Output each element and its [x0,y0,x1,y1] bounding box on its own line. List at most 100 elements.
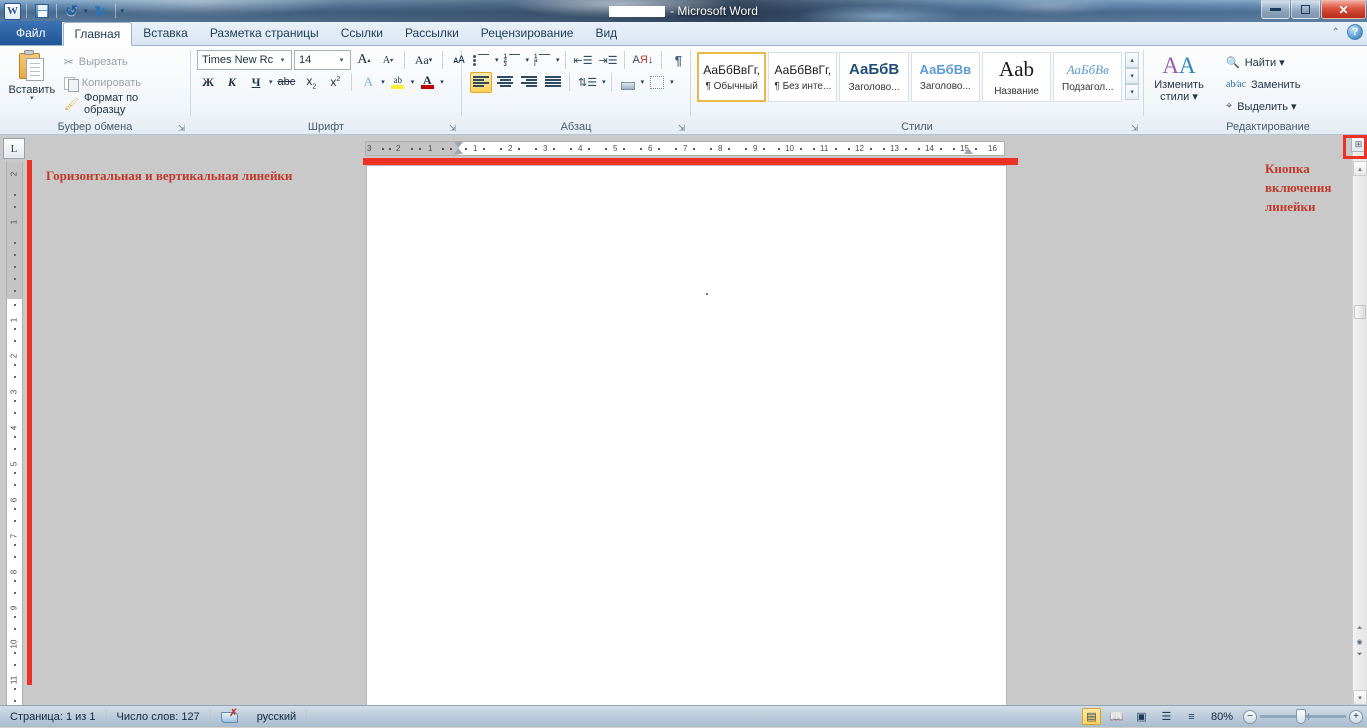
close-button[interactable]: ✕ [1321,0,1366,19]
first-line-indent-marker[interactable] [454,142,463,147]
view-print-layout-button[interactable]: ▤ [1081,708,1101,725]
clipboard-dialog-launcher[interactable]: ⇲ [176,123,187,134]
tab-references[interactable]: Ссылки [330,22,394,45]
highlight-button[interactable]: ab [387,72,409,93]
bullets-button[interactable] [470,50,493,71]
styles-scroll-up-icon[interactable]: ▴ [1125,52,1139,68]
zoom-level[interactable]: 80% [1207,711,1237,723]
font-name-combo[interactable]: Times New Rc ▾ [197,50,292,70]
select-button[interactable]: ⌖ Выделить ▾ [1223,96,1303,117]
view-web-layout-button[interactable]: ▣ [1132,708,1151,725]
select-browse-object-button[interactable]: ◉ [1353,635,1366,648]
vertical-ruler[interactable]: 2 1 1 2 3 4 5 6 7 8 9 10 11 12 13 14 15 [6,162,23,705]
undo-dropdown-icon[interactable]: ▾ [84,7,88,15]
change-styles-button[interactable]: AA Изменить стили ▾ [1148,49,1210,103]
style-heading-1[interactable]: АаБбВ Заголово... [839,52,909,102]
zoom-in-button[interactable]: + [1349,709,1363,724]
text-effects-button[interactable]: A [357,72,379,93]
chevron-down-icon[interactable]: ▾ [335,56,348,64]
scroll-down-button[interactable]: ▾ [1353,690,1367,705]
chevron-down-icon[interactable]: ▾ [276,56,289,64]
hanging-indent-marker[interactable] [454,149,463,154]
bullets-dropdown-icon[interactable]: ▾ [495,56,499,64]
undo-button[interactable]: ↺ [62,2,81,20]
next-page-button[interactable]: ⏷ [1353,648,1366,661]
view-full-screen-reading-button[interactable]: 📖 [1107,708,1126,725]
shading-dropdown-icon[interactable]: ▾ [641,78,645,86]
subscript-button[interactable]: x2 [300,72,322,93]
superscript-button[interactable]: x2 [324,72,346,93]
save-button[interactable] [32,2,51,20]
tab-insert[interactable]: Вставка [132,22,199,45]
style-title[interactable]: Aab Название [981,52,1052,102]
multilevel-dropdown-icon[interactable]: ▾ [556,56,560,64]
ribbon-tabs-right[interactable]: ⌃ ? [1332,24,1363,40]
underline-button[interactable]: Ч [245,72,267,93]
style-heading-2[interactable]: АаБбВв Заголово... [910,52,980,102]
font-dialog-launcher[interactable]: ⇲ [447,123,458,134]
view-draft-button[interactable]: ≡ [1182,708,1201,725]
numbering-button[interactable]: 123 [501,50,524,71]
format-painter-button[interactable]: 🖌 Формат по образцу [60,92,186,116]
highlight-dropdown-icon[interactable]: ▾ [411,78,415,86]
word-count[interactable]: Число слов: 127 [107,706,210,728]
find-button[interactable]: 🔍 Найти ▾ [1223,52,1303,73]
show-marks-button[interactable]: ¶ [667,50,689,71]
change-case-button[interactable]: Aa ▾ [410,50,437,71]
right-indent-marker[interactable] [964,149,973,154]
page-indicator[interactable]: Страница: 1 из 1 [0,706,106,728]
shrink-font-button[interactable]: A ▾ [377,50,399,71]
styles-scroll-down-icon[interactable]: ▾ [1125,68,1139,84]
paste-button[interactable]: Вставить ▾ [4,49,60,102]
line-spacing-button[interactable]: ⇅☰ [575,72,600,93]
numbering-dropdown-icon[interactable]: ▾ [526,56,530,64]
previous-page-button[interactable]: ⏶ [1353,622,1366,635]
paste-dropdown-icon[interactable]: ▾ [30,95,34,102]
align-right-button[interactable] [518,72,540,93]
collapse-ribbon-icon[interactable]: ⌃ [1332,27,1340,38]
browse-object-buttons[interactable]: ⏶ ◉ ⏷ [1353,622,1366,661]
multilevel-list-button[interactable]: 1ai [531,50,554,71]
scrollbar-thumb[interactable] [1354,305,1366,319]
cut-button[interactable]: ✂ Вырезать [60,52,186,72]
underline-dropdown-icon[interactable]: ▾ [269,78,273,86]
view-outline-button[interactable]: ☰ [1157,708,1176,725]
replace-button[interactable]: ab⁄ac Заменить [1223,74,1303,95]
quick-access-toolbar[interactable]: W ↺ ▾ ↻ ▾ [0,2,124,20]
zoom-thumb[interactable] [1296,709,1306,724]
paragraph-dialog-launcher[interactable]: ⇲ [676,123,687,134]
tab-page-layout[interactable]: Разметка страницы [199,22,330,45]
font-color-button[interactable]: A [416,72,438,93]
strikethrough-button[interactable]: abc [275,72,299,93]
redo-button[interactable]: ↻ [91,2,110,20]
copy-button[interactable]: Копировать [60,73,186,93]
line-spacing-dropdown-icon[interactable]: ▾ [602,78,606,86]
text-effects-dropdown-icon[interactable]: ▾ [381,78,385,86]
style-subtitle[interactable]: АаБбВв Подзагол... [1053,52,1123,102]
align-left-button[interactable] [470,71,492,93]
tab-selector-button[interactable]: L [3,138,25,159]
decrease-indent-button[interactable]: ⇤☰ [571,50,594,71]
language-indicator[interactable]: русский [247,706,306,728]
scroll-up-button[interactable]: ▴ [1353,161,1367,176]
ribbon-tabs[interactable]: Файл Главная Вставка Разметка страницы С… [0,21,1367,46]
document-page[interactable] [367,166,1006,706]
horizontal-ruler[interactable]: 3 2 1 1 2 3 4 5 6 7 8 9 10 11 12 13 14 1… [365,141,1005,156]
shading-button[interactable] [617,72,639,93]
increase-indent-button[interactable]: ⇥☰ [596,50,619,71]
borders-dropdown-icon[interactable]: ▾ [670,78,674,86]
tab-mailings[interactable]: Рассылки [394,22,470,45]
grow-font-button[interactable]: A ▴ [353,50,375,71]
zoom-out-button[interactable]: − [1243,709,1257,724]
proofing-status[interactable] [211,706,247,728]
italic-button[interactable]: К [221,72,243,93]
word-logo-icon[interactable]: W [4,2,21,20]
customize-qat-icon[interactable]: ▾ [121,7,125,15]
align-center-button[interactable] [494,72,516,93]
styles-more-icon[interactable]: ▾ [1125,84,1139,100]
tab-file[interactable]: Файл [0,21,62,45]
style-no-spacing[interactable]: АаБбВвГг, ¶ Без инте... [768,52,838,102]
vertical-scrollbar[interactable]: ⊞ ▴ ⏶ ◉ ⏷ ▾ [1343,135,1367,705]
styles-dialog-launcher[interactable]: ⇲ [1129,123,1140,134]
minimize-button[interactable] [1261,0,1290,19]
